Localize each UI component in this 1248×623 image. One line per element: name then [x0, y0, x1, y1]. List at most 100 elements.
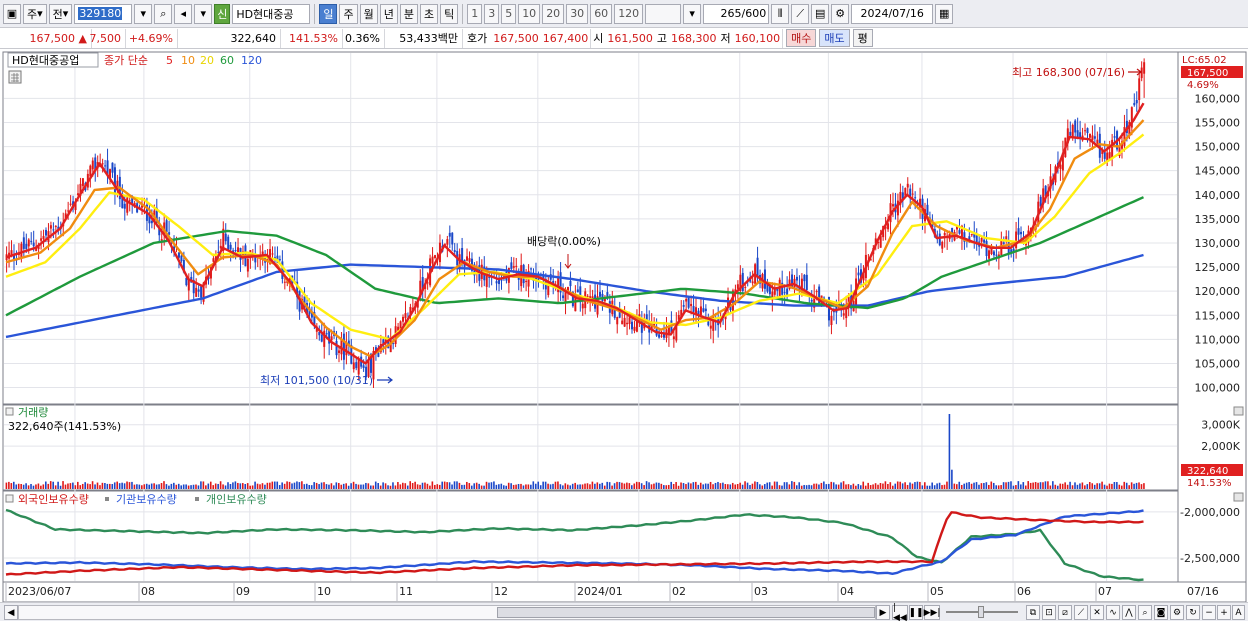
mode-select[interactable]: 주 ▾: [23, 3, 47, 24]
interval-10[interactable]: 10: [518, 3, 541, 24]
cross-line-icon[interactable]: ✕: [1090, 605, 1104, 620]
stock-tag[interactable]: HD현대중공업: [12, 54, 79, 67]
speaker-icon[interactable]: ◂: [174, 3, 193, 24]
zoom-slider-handle[interactable]: [978, 606, 984, 618]
interval-3[interactable]: 3: [484, 3, 500, 24]
reset-icon[interactable]: ↻: [1186, 605, 1200, 620]
candle-body: [330, 336, 333, 341]
evaluate-button[interactable]: 평: [852, 29, 873, 47]
volume-bar: [328, 484, 330, 489]
zigzag-icon[interactable]: ⋀: [1122, 605, 1136, 620]
period-tab-second[interactable]: 초: [419, 3, 439, 24]
save-icon[interactable]: ▤: [811, 3, 830, 24]
scroll-track[interactable]: [18, 605, 876, 620]
volume-bar: [303, 484, 306, 489]
calendar-icon[interactable]: ▦: [935, 3, 954, 24]
holdings-panel-close-icon[interactable]: [1233, 492, 1244, 502]
scroll-right-button[interactable]: ▶: [876, 605, 890, 620]
window-menu-icon[interactable]: ▣: [3, 3, 21, 24]
pause-button[interactable]: ❚❚: [908, 605, 924, 620]
data-count-field[interactable]: 265/600: [703, 3, 770, 24]
stock-code-input[interactable]: 329180: [74, 3, 133, 24]
interval-1[interactable]: 1: [467, 3, 483, 24]
volume-title[interactable]: 거래량: [18, 406, 48, 419]
ma10-label[interactable]: 10: [181, 54, 195, 67]
x-tick-label: 04: [840, 585, 854, 598]
interval-120[interactable]: 120: [614, 3, 644, 24]
volume-bar: [852, 483, 855, 489]
magnifier-icon[interactable]: ⌕: [1138, 605, 1152, 620]
candle-body: [699, 306, 702, 316]
candle-body: [352, 362, 355, 370]
settings-icon[interactable]: ⚙: [1170, 605, 1184, 620]
prev-select[interactable]: 전 ▾: [48, 3, 73, 24]
volume-bar: [389, 485, 392, 489]
indicator-icon[interactable]: ⧄: [1058, 605, 1072, 620]
overlay-icon[interactable]: ⧉: [1026, 605, 1040, 620]
volume-bar: [345, 483, 347, 489]
period-tab-tick[interactable]: 틱: [440, 3, 459, 24]
stock-list-icon[interactable]: ▾: [194, 3, 213, 24]
camera-icon[interactable]: ◙: [1154, 605, 1168, 620]
ma20-label[interactable]: 20: [200, 54, 214, 67]
foreign-holdings-label[interactable]: 외국인보유수량: [18, 493, 89, 506]
volume-bar: [411, 483, 414, 489]
candle-body: [1020, 231, 1023, 235]
ma120-label[interactable]: 120: [241, 54, 262, 67]
first-page-button[interactable]: |◀◀: [892, 603, 908, 623]
search-icon[interactable]: ⌕: [154, 3, 173, 24]
last-page-button[interactable]: ▶▶|: [924, 605, 940, 620]
volume-bar: [1138, 482, 1140, 489]
volume-bar: [406, 485, 409, 489]
chart-area[interactable]: 160,000 155,000 150,000 145,000 140,000 135,0…: [0, 50, 1248, 602]
interval-60[interactable]: 60: [590, 3, 613, 24]
candle-body: [512, 266, 515, 268]
individual-holdings-label[interactable]: 개인보유수량: [206, 493, 267, 506]
scroll-thumb[interactable]: [497, 607, 875, 618]
font-size-icon[interactable]: A: [1232, 605, 1245, 620]
dividend-annotation: 배당락(0.00%): [527, 235, 601, 248]
buy-button[interactable]: 매수: [786, 29, 817, 47]
wave-icon[interactable]: ∿: [1106, 605, 1120, 620]
candle-body: [165, 220, 168, 233]
volume-panel-close-icon[interactable]: [1233, 406, 1244, 416]
compare-icon[interactable]: ⊡: [1042, 605, 1056, 620]
code-dropdown-icon[interactable]: ▾: [134, 3, 153, 24]
ma5-label[interactable]: 5: [166, 54, 173, 67]
zoom-out-icon[interactable]: −: [1202, 605, 1216, 620]
gear-icon[interactable]: ⚙: [831, 3, 850, 24]
ma60-label[interactable]: 60: [220, 54, 234, 67]
sell-button[interactable]: 매도: [819, 29, 850, 47]
volume-bar: [244, 484, 247, 489]
interval-30[interactable]: 30: [566, 3, 589, 24]
date-input[interactable]: 2024/07/16: [851, 3, 934, 24]
ma-title[interactable]: 종가 단순: [104, 54, 148, 67]
scroll-left-button[interactable]: ◀: [4, 605, 18, 620]
interval-20[interactable]: 20: [542, 3, 565, 24]
volume-panel-toggle-icon[interactable]: [5, 407, 14, 416]
candle-body: [212, 258, 215, 262]
volume-bar: [776, 481, 778, 489]
period-tab-day[interactable]: 일: [319, 3, 338, 24]
zoom-in-icon[interactable]: +: [1217, 605, 1231, 620]
chevron-down-icon[interactable]: ▾: [683, 3, 702, 24]
stock-name-field[interactable]: HD현대중공: [232, 3, 311, 24]
volume-bar: [488, 482, 490, 489]
period-tab-year[interactable]: 년: [379, 3, 398, 24]
period-tab-month[interactable]: 월: [359, 3, 378, 24]
volume-bar: [579, 484, 581, 489]
institution-holdings-label[interactable]: 기관보유수량: [116, 493, 177, 506]
custom-interval-input[interactable]: [645, 3, 682, 24]
period-tab-week[interactable]: 주: [339, 3, 358, 24]
volume-bar: [222, 484, 224, 489]
volume-bar: [414, 481, 416, 489]
low-annotation: 최저 101,500 (10/31): [260, 374, 373, 387]
holdings-panel-toggle-icon[interactable]: [5, 494, 14, 503]
chart-canvas[interactable]: 160,000 155,000 150,000 145,000 140,000 135,0…: [0, 50, 1248, 602]
trend-line-icon[interactable]: ⟋: [1074, 605, 1088, 620]
period-tab-minute[interactable]: 분: [399, 3, 418, 24]
volume-bar: [91, 481, 94, 489]
candle-type-icon[interactable]: ⫴: [771, 3, 790, 24]
interval-5[interactable]: 5: [501, 3, 517, 24]
line-chart-icon[interactable]: ⟋: [791, 3, 810, 24]
